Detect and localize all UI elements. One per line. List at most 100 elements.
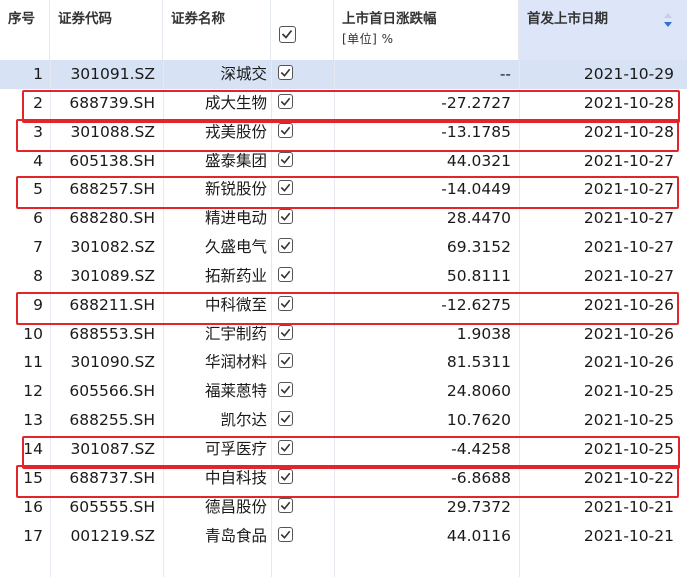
first-day-change: 44.0116	[446, 526, 511, 545]
listing-date: 2021-10-29	[583, 65, 674, 83]
row-checkbox[interactable]	[278, 151, 293, 167]
security-name: 青岛食品	[204, 526, 267, 545]
first-day-change: -12.6275	[441, 295, 511, 314]
first-day-change: 24.8060	[446, 382, 511, 401]
security-code: 605555.SH	[69, 497, 155, 516]
security-name: 新锐股份	[204, 180, 267, 199]
check-icon	[280, 184, 291, 193]
table-row[interactable]: 14 301087.SZ 可孚医疗 -4.4258 2021-10-25	[0, 435, 687, 464]
security-name: 中自科技	[204, 468, 267, 487]
security-code: 605566.SH	[69, 382, 155, 401]
table-row[interactable]: 3 301088.SZ 戎美股份 -13.1785 2021-10-28	[0, 118, 687, 147]
table-row[interactable]: 6 688280.SH 精进电动 28.4470 2021-10-27	[0, 204, 687, 233]
row-index: 4	[33, 151, 43, 170]
security-code: 688280.SH	[69, 209, 155, 228]
header-date[interactable]: 首发上市日期	[519, 0, 687, 60]
first-day-change: 44.0321	[446, 151, 511, 170]
security-name: 精进电动	[204, 209, 267, 228]
row-checkbox[interactable]	[278, 382, 293, 398]
row-checkbox[interactable]	[278, 93, 293, 109]
table-row[interactable]: 4 605138.SH 盛泰集团 44.0321 2021-10-27	[0, 147, 687, 176]
row-index: 16	[23, 497, 43, 516]
row-checkbox-cell	[271, 406, 334, 435]
listing-date: 2021-10-21	[583, 526, 674, 545]
row-checkbox[interactable]	[278, 65, 293, 80]
table-row[interactable]: 2 688739.SH 成大生物 -27.2727 2021-10-28	[0, 89, 687, 118]
listing-date: 2021-10-25	[583, 382, 674, 401]
check-icon	[280, 357, 291, 366]
column-divider	[271, 60, 272, 577]
security-code: 688211.SH	[69, 295, 155, 314]
row-checkbox[interactable]	[278, 209, 293, 225]
row-checkbox[interactable]	[278, 324, 293, 340]
row-checkbox[interactable]	[278, 295, 293, 311]
security-code: 001219.SZ	[70, 526, 155, 545]
row-index: 15	[23, 468, 43, 487]
table-row[interactable]: 13 688255.SH 凯尔达 10.7620 2021-10-25	[0, 406, 687, 435]
header-index[interactable]: 序号	[0, 0, 50, 60]
row-checkbox-cell	[271, 204, 334, 233]
row-checkbox[interactable]	[278, 497, 293, 513]
select-all-checkbox[interactable]	[279, 26, 296, 43]
table-row[interactable]: 17 001219.SZ 青岛食品 44.0116 2021-10-21	[0, 522, 687, 551]
table-row[interactable]: 15 688737.SH 中自科技 -6.8688 2021-10-22	[0, 464, 687, 493]
row-checkbox[interactable]	[278, 353, 293, 369]
listing-date: 2021-10-28	[583, 93, 674, 112]
row-checkbox[interactable]	[278, 238, 293, 254]
first-day-change: -4.4258	[451, 439, 511, 458]
check-icon	[280, 270, 291, 279]
row-checkbox-cell	[271, 377, 334, 406]
security-name: 深城交	[220, 65, 267, 83]
listing-date: 2021-10-22	[583, 468, 674, 487]
security-name: 华润材料	[204, 353, 267, 372]
row-index: 3	[33, 122, 43, 141]
row-index: 7	[33, 238, 43, 257]
row-checkbox[interactable]	[278, 180, 293, 196]
row-checkbox[interactable]	[278, 526, 293, 542]
row-checkbox[interactable]	[278, 122, 293, 138]
row-checkbox-cell	[271, 435, 334, 464]
security-name: 久盛电气	[204, 238, 267, 257]
first-day-change: 1.9038	[456, 324, 511, 343]
check-icon	[280, 385, 291, 395]
row-index: 12	[23, 382, 43, 401]
row-index: 1	[33, 65, 43, 83]
header-date-title: 首发上市日期	[527, 11, 608, 27]
table-row[interactable]: 5 688257.SH 新锐股份 -14.0449 2021-10-27	[0, 175, 687, 204]
table-row[interactable]: 10 688553.SH 汇宇制药 1.9038 2021-10-26	[0, 320, 687, 349]
header-name[interactable]: 证券名称	[163, 0, 271, 60]
header-code[interactable]: 证券代码	[50, 0, 163, 60]
row-checkbox[interactable]	[278, 266, 293, 282]
header-change-unit: [单位] %	[342, 32, 394, 46]
row-checkbox-cell	[271, 89, 334, 118]
row-checkbox[interactable]	[278, 411, 293, 427]
listing-date: 2021-10-21	[583, 497, 674, 516]
table-row[interactable]: 7 301082.SZ 久盛电气 69.3152 2021-10-27	[0, 233, 687, 262]
listing-date: 2021-10-26	[583, 353, 674, 372]
table-row[interactable]: 16 605555.SH 德昌股份 29.7372 2021-10-21	[0, 493, 687, 522]
check-icon	[280, 241, 291, 250]
table-row[interactable]: 1 301091.SZ 深城交 -- 2021-10-29	[0, 60, 687, 89]
row-checkbox[interactable]	[278, 468, 293, 484]
table-row[interactable]: 9 688211.SH 中科微至 -12.6275 2021-10-26	[0, 291, 687, 320]
table-row[interactable]: 8 301089.SZ 拓新药业 50.8111 2021-10-27	[0, 262, 687, 291]
table-row[interactable]: 11 301090.SZ 华润材料 81.5311 2021-10-26	[0, 348, 687, 377]
listing-date: 2021-10-27	[583, 209, 674, 228]
row-checkbox-cell	[271, 175, 334, 204]
security-name: 拓新药业	[204, 266, 267, 285]
first-day-change: 29.7372	[446, 497, 511, 516]
header-change[interactable]: 上市首日涨跌幅 [单位] %	[334, 0, 519, 60]
sort-descending-icon[interactable]	[663, 13, 673, 31]
first-day-change: -13.1785	[441, 122, 511, 141]
listing-date: 2021-10-26	[583, 324, 674, 343]
check-icon	[280, 472, 291, 481]
row-index: 11	[23, 353, 43, 372]
check-icon	[280, 97, 291, 106]
check-icon	[280, 414, 291, 424]
row-checkbox[interactable]	[278, 439, 293, 455]
table-row[interactable]: 12 605566.SH 福莱蒽特 24.8060 2021-10-25	[0, 377, 687, 406]
first-day-change: --	[499, 65, 511, 83]
table-body: 1 301091.SZ 深城交 -- 2021-10-29 2 688739.SH 成大生物 -…	[0, 60, 687, 550]
first-day-change: -27.2727	[441, 93, 511, 112]
row-checkbox-cell	[271, 291, 334, 320]
